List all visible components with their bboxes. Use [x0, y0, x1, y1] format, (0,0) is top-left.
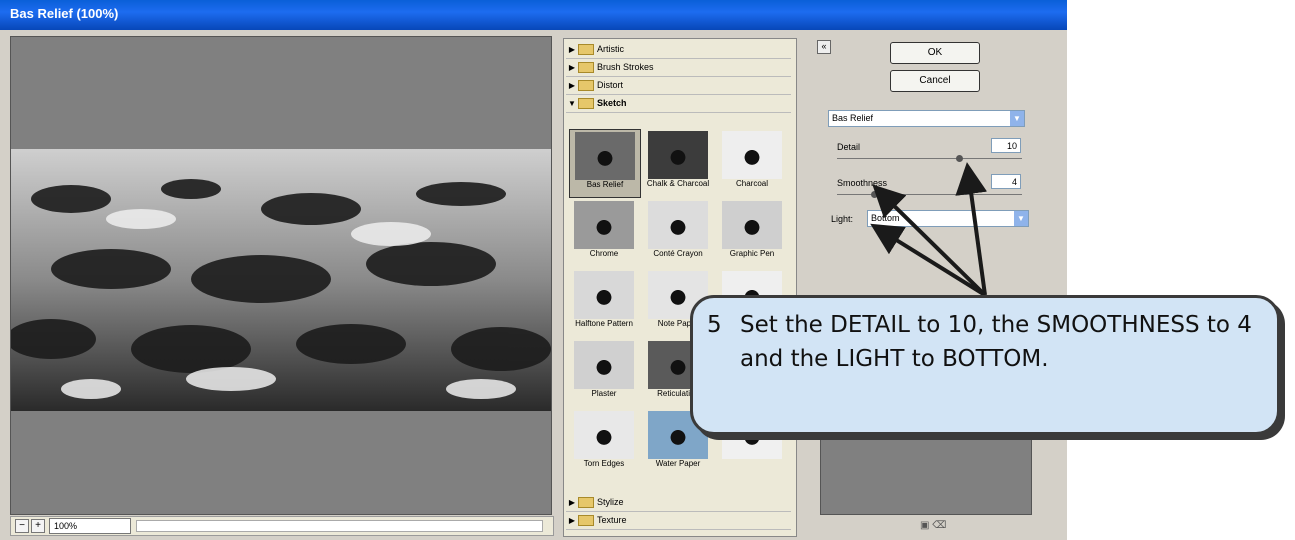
folder-icon — [578, 80, 594, 92]
step-text: Set the DETAIL to 10, the SMOOTHNESS to … — [740, 312, 1252, 372]
detail-slider-handle[interactable] — [956, 155, 963, 162]
smoothness-field[interactable]: 4 — [991, 174, 1021, 189]
chevron-right-icon: ▶ — [568, 498, 576, 507]
folder-icon — [578, 62, 594, 74]
thumbnail-label: Halftone Pattern — [575, 319, 633, 328]
filter-gallery: ▶ Artistic ▶ Brush Strokes ▶ Distort ▼ Sketc… — [563, 38, 797, 537]
new-layer-icon[interactable]: ▣ — [920, 520, 929, 531]
horizontal-scrollbar[interactable] — [136, 520, 543, 532]
ok-button[interactable]: OK — [890, 42, 980, 64]
thumbnail-image — [575, 132, 635, 180]
thumbnail-image — [574, 201, 634, 249]
thumbnail-image — [722, 131, 782, 179]
detail-slider[interactable] — [837, 158, 1022, 159]
chevron-down-icon: ▼ — [568, 99, 576, 108]
zoom-in-button[interactable]: + — [31, 519, 45, 533]
thumbnail-label: Charcoal — [735, 179, 768, 188]
thumbnail-label: Graphic Pen — [729, 249, 775, 258]
chevron-down-icon: ▼ — [1010, 111, 1024, 126]
chevron-right-icon: ▶ — [568, 516, 576, 525]
thumbnail-label: Bas Relief — [586, 180, 624, 189]
thumbnail-label: Torn Edges — [583, 459, 625, 468]
filter-settings: Bas Relief ▼ Detail 10 Smoothness 4 Light… — [823, 98, 1033, 258]
smoothness-slider[interactable] — [837, 194, 1022, 195]
smoothness-label: Smoothness — [837, 178, 888, 188]
cancel-button[interactable]: Cancel — [890, 70, 980, 92]
thumbnail-image — [574, 411, 634, 459]
category-stylize[interactable]: ▶ Stylize — [566, 494, 791, 512]
chevron-right-icon: ▶ — [568, 63, 576, 72]
chevron-right-icon: ▶ — [568, 45, 576, 54]
bas-relief-dialog: Bas Relief (100%) − + 100% ▶ Artistic ▶ … — [0, 0, 1067, 540]
filter-thumbnail[interactable]: Torn Edges — [569, 409, 639, 476]
step-number: 5 — [707, 312, 722, 338]
category-artistic[interactable]: ▶ Artistic — [566, 41, 791, 59]
filter-preview[interactable] — [10, 36, 552, 515]
filter-thumbnail[interactable]: Graphic Pen — [717, 199, 787, 266]
layer-buttons: ▣ ⌫ — [920, 520, 946, 531]
folder-icon — [578, 497, 594, 509]
category-brush-strokes[interactable]: ▶ Brush Strokes — [566, 59, 791, 77]
thumbnail-label: Chalk & Charcoal — [646, 179, 710, 188]
smoothness-slider-handle[interactable] — [871, 191, 878, 198]
thumbnail-label: Chrome — [589, 249, 619, 258]
collapse-gallery-button[interactable]: « — [817, 40, 831, 54]
thumbnail-image — [722, 201, 782, 249]
category-distort[interactable]: ▶ Distort — [566, 77, 791, 95]
thumbnail-label: Conté Crayon — [653, 249, 703, 258]
filter-select[interactable]: Bas Relief ▼ — [828, 110, 1025, 127]
zoom-out-button[interactable]: − — [15, 519, 29, 533]
thumbnail-image — [648, 131, 708, 179]
window-title: Bas Relief (100%) — [10, 6, 119, 21]
thumbnail-label: Plaster — [591, 389, 617, 398]
thumbnail-label: Water Paper — [655, 459, 701, 468]
detail-label: Detail — [837, 142, 861, 152]
folder-icon — [578, 44, 594, 56]
instruction-callout: 5 Set the DETAIL to 10, the SMOOTHNESS t… — [690, 295, 1280, 435]
category-texture[interactable]: ▶ Texture — [566, 512, 791, 530]
chevron-right-icon: ▶ — [568, 81, 576, 90]
zoom-select[interactable]: 100% — [49, 518, 131, 534]
filter-thumbnail[interactable]: Charcoal — [717, 129, 787, 196]
folder-icon — [578, 98, 594, 110]
thumbnail-image — [648, 201, 708, 249]
filter-thumbnail[interactable]: Chrome — [569, 199, 639, 266]
thumbnail-image — [574, 271, 634, 319]
filter-thumbnail[interactable]: Halftone Pattern — [569, 269, 639, 336]
settings-panel: « OK Cancel Bas Relief ▼ Detail 10 Smooth… — [815, 38, 1045, 535]
folder-icon — [578, 515, 594, 527]
preview-image — [11, 149, 551, 411]
delete-layer-icon[interactable]: ⌫ — [932, 520, 946, 531]
light-select[interactable]: Bottom ▼ — [867, 210, 1029, 227]
detail-field[interactable]: 10 — [991, 138, 1021, 153]
title-bar: Bas Relief (100%) — [0, 0, 1067, 30]
filter-thumbnail[interactable]: Plaster — [569, 339, 639, 406]
preview-status-bar: − + 100% — [10, 516, 554, 536]
chevron-down-icon: ▼ — [1014, 211, 1028, 226]
filter-thumbnail[interactable]: Bas Relief — [569, 129, 641, 198]
thumbnail-image — [574, 341, 634, 389]
filter-thumbnail[interactable]: Chalk & Charcoal — [643, 129, 713, 196]
filter-thumbnail[interactable]: Conté Crayon — [643, 199, 713, 266]
category-sketch[interactable]: ▼ Sketch — [566, 95, 791, 113]
light-label: Light: — [831, 214, 854, 224]
